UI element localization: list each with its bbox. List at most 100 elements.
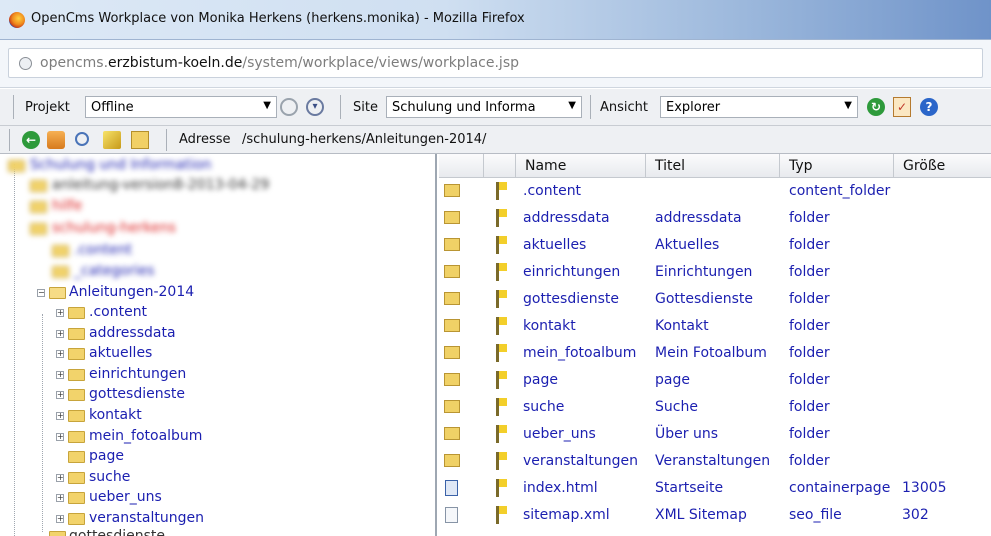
url-field[interactable]: opencms.erzbistum-koeln.de/system/workpl…: [8, 48, 983, 78]
column-header-title[interactable]: Titel: [645, 154, 779, 178]
table-row[interactable]: ueber_uns Über uns folder: [439, 421, 991, 448]
collapse-icon[interactable]: −: [37, 289, 45, 297]
ansicht-label: Ansicht: [600, 100, 649, 115]
column-header-name[interactable]: Name: [515, 154, 645, 178]
cell-title: page: [655, 372, 690, 388]
tree-item-label: page: [89, 448, 124, 465]
content-folder-icon: [444, 184, 460, 197]
folder-icon: [68, 368, 85, 381]
window-title: OpenCms Workplace von Monika Herkens (he…: [31, 11, 525, 26]
column-header-type[interactable]: Typ: [779, 154, 893, 178]
cell-type: folder: [789, 237, 830, 253]
search-icon[interactable]: [75, 132, 89, 146]
wizard-icon[interactable]: [103, 131, 121, 149]
checklist-icon[interactable]: ✓: [893, 97, 911, 117]
table-row[interactable]: aktuelles Aktuelles folder: [439, 232, 991, 259]
back-icon[interactable]: ←: [22, 131, 40, 149]
folder-icon: [444, 373, 460, 386]
toolbar-separator: [166, 129, 167, 151]
cell-type: folder: [789, 291, 830, 307]
flag-icon: [496, 182, 507, 200]
cell-name[interactable]: index.html: [523, 480, 598, 496]
cell-type: folder: [789, 318, 830, 334]
site-label: Site: [353, 100, 378, 115]
cell-title: Mein Fotoalbum: [655, 345, 767, 361]
cell-name[interactable]: aktuelles: [523, 237, 586, 253]
cell-name[interactable]: einrichtungen: [523, 264, 620, 280]
flag-icon: [496, 398, 507, 416]
reload-project-icon[interactable]: [280, 98, 298, 116]
expand-icon[interactable]: +: [56, 412, 64, 420]
folder-icon: [68, 430, 85, 443]
folder-icon: [52, 245, 69, 257]
table-row[interactable]: mein_fotoalbum Mein Fotoalbum folder: [439, 340, 991, 367]
expand-icon[interactable]: +: [56, 309, 64, 317]
expand-icon[interactable]: +: [56, 391, 64, 400]
refresh-icon[interactable]: ↻: [867, 98, 885, 116]
flag-icon: [496, 263, 507, 281]
column-header-state[interactable]: [483, 154, 515, 178]
address-value[interactable]: /schulung-herkens/Anleitungen-2014/: [242, 132, 486, 147]
cell-name[interactable]: addressdata: [523, 210, 610, 226]
circle-chevron-icon[interactable]: ▾: [306, 98, 324, 116]
table-row[interactable]: kontakt Kontakt folder: [439, 313, 991, 340]
cell-name[interactable]: .content: [523, 183, 581, 199]
cell-name[interactable]: mein_fotoalbum: [523, 345, 636, 361]
table-row[interactable]: page page folder: [439, 367, 991, 394]
folder-icon: [68, 307, 85, 319]
cell-name[interactable]: suche: [523, 399, 564, 415]
cell-name[interactable]: page: [523, 372, 558, 388]
help-icon[interactable]: ?: [920, 98, 938, 116]
expand-icon[interactable]: +: [56, 473, 64, 482]
folder-icon: [68, 492, 85, 505]
folder-icon: [444, 346, 460, 359]
cell-type: folder: [789, 399, 830, 415]
table-row[interactable]: einrichtungen Einrichtungen folder: [439, 259, 991, 286]
folder-icon: [68, 471, 85, 484]
expand-icon[interactable]: +: [56, 329, 64, 338]
tree-guide-line: [42, 314, 43, 532]
table-row[interactable]: gottesdienste Gottesdienste folder: [439, 286, 991, 313]
cell-name[interactable]: gottesdienste: [523, 291, 619, 307]
expand-icon[interactable]: +: [56, 432, 64, 441]
cell-name[interactable]: ueber_uns: [523, 426, 596, 442]
cell-size: 13005: [902, 480, 947, 496]
expand-icon[interactable]: +: [56, 515, 64, 523]
column-header-size[interactable]: Größe: [893, 154, 991, 178]
table-row[interactable]: veranstaltungen Veranstaltungen folder: [439, 448, 991, 475]
column-header-icon[interactable]: [439, 154, 483, 178]
flag-icon: [496, 317, 507, 335]
folder-icon: [8, 160, 25, 172]
expand-icon[interactable]: +: [56, 350, 64, 359]
table-row[interactable]: index.html Startseite containerpage 13005: [439, 475, 991, 502]
table-row[interactable]: suche Suche folder: [439, 394, 991, 421]
cell-type: folder: [789, 210, 830, 226]
folder-icon: [68, 348, 85, 361]
folder-up-icon[interactable]: [131, 131, 149, 149]
projekt-label: Projekt: [25, 100, 70, 115]
cell-title: XML Sitemap: [655, 507, 747, 523]
expand-icon[interactable]: +: [56, 370, 64, 379]
upload-icon[interactable]: [47, 131, 65, 149]
toolbar-grip: [9, 129, 10, 151]
cell-name[interactable]: sitemap.xml: [523, 507, 610, 523]
tree-item-label: veranstaltungen: [89, 510, 204, 526]
cell-title: Kontakt: [655, 318, 709, 334]
cell-type: folder: [789, 264, 830, 280]
tree-guide-line: [14, 164, 15, 536]
site-select[interactable]: Schulung und Informa ▼: [386, 96, 582, 118]
cell-name[interactable]: kontakt: [523, 318, 576, 334]
cell-title: Suche: [655, 399, 698, 415]
table-row[interactable]: addressdata addressdata folder: [439, 205, 991, 232]
table-row[interactable]: .content content_folder: [439, 178, 991, 205]
ansicht-select[interactable]: Explorer ▼: [660, 96, 858, 118]
cell-title: Veranstaltungen: [655, 453, 771, 469]
tree-item-label: gottesdienste: [89, 386, 185, 403]
folder-icon: [30, 201, 47, 213]
address-toolbar: ← Adresse /schulung-herkens/Anleitungen-…: [0, 126, 991, 154]
cell-name[interactable]: veranstaltungen: [523, 453, 638, 469]
cell-title: Über uns: [655, 426, 718, 442]
expand-icon[interactable]: +: [56, 494, 64, 503]
projekt-select[interactable]: Offline ▼: [85, 96, 277, 118]
table-row[interactable]: sitemap.xml XML Sitemap seo_file 302: [439, 502, 991, 529]
